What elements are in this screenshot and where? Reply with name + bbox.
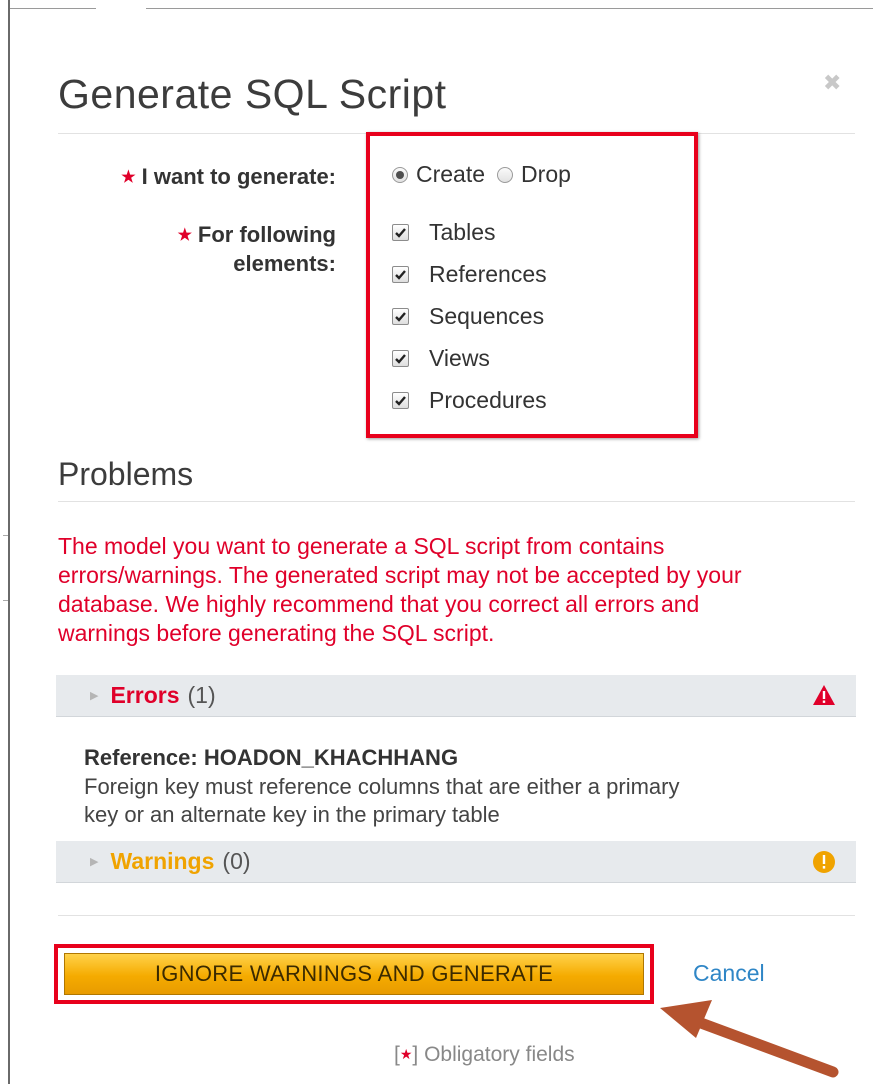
obligatory-fields-note: [★] Obligatory fields [394, 1043, 575, 1066]
exclamation-circle-icon [812, 850, 836, 880]
checkbox-views-label: Views [429, 345, 490, 371]
radio-create-label: Create [416, 161, 486, 187]
warnings-label: Warnings [110, 848, 215, 874]
checkbox-checked-icon[interactable] [392, 350, 409, 367]
checkbox-sequences-label: Sequences [429, 303, 545, 329]
checkbox-tables[interactable]: Tables [392, 219, 495, 246]
dialog-title: Generate SQL Script [58, 71, 447, 117]
annotation-arrow-icon [660, 1000, 839, 1078]
checkbox-procedures[interactable]: Procedures [392, 387, 547, 414]
error-detail-text: Foreign key must reference columns that … [84, 774, 680, 827]
elements-label: ★ For following elements: [177, 222, 336, 276]
window-left-edge [0, 0, 10, 1084]
checkbox-sequences[interactable]: Sequences [392, 303, 544, 330]
radio-button-icon[interactable] [392, 166, 408, 183]
radio-button-icon[interactable] [497, 166, 514, 183]
generate-mode-radio-group: Create Drop [392, 161, 571, 188]
checkbox-views[interactable]: Views [392, 345, 490, 372]
problems-divider [58, 501, 855, 502]
error-detail-title: Reference: HOADON_KHACHHANG [84, 745, 459, 770]
expand-triangle-icon[interactable]: ▶ [90, 855, 98, 868]
errors-count: (1) [187, 682, 216, 708]
required-star-icon: ★ [121, 169, 136, 186]
warnings-count: (0) [222, 848, 251, 874]
radio-create[interactable]: Create [392, 161, 485, 188]
ignore-warnings-generate-button[interactable]: IGNORE WARNINGS AND GENERATE [64, 953, 644, 995]
checkbox-references[interactable]: References [392, 261, 547, 288]
checkbox-checked-icon[interactable] [392, 392, 409, 409]
checkbox-checked-icon[interactable] [392, 266, 409, 283]
checkbox-procedures-label: Procedures [429, 387, 547, 413]
close-icon[interactable]: ✖ [823, 72, 841, 94]
checkbox-checked-icon[interactable] [392, 308, 409, 325]
problems-heading: Problems [58, 456, 194, 492]
errors-label: Errors [110, 682, 180, 708]
warnings-section-header[interactable]: ▶ Warnings (0) [56, 841, 856, 883]
checkbox-checked-icon[interactable] [392, 224, 409, 241]
checkbox-references-label: References [429, 261, 547, 287]
problems-message: The model you want to generate a SQL scr… [58, 533, 742, 646]
required-star-icon: ★ [399, 1046, 413, 1062]
errors-section-header[interactable]: ▶ Errors (1) [56, 675, 856, 717]
radio-drop[interactable]: Drop [497, 161, 571, 188]
required-star-icon: ★ [177, 227, 192, 244]
generate-sql-dialog: Generate SQL Script ✖ ★ I want to generat… [10, 9, 873, 1084]
actions-divider [58, 915, 855, 916]
expand-triangle-icon[interactable]: ▶ [90, 689, 98, 702]
checkbox-tables-label: Tables [429, 219, 496, 245]
generate-mode-label: ★ I want to generate: [121, 164, 336, 189]
warning-triangle-icon [812, 684, 836, 712]
radio-drop-label: Drop [521, 161, 571, 187]
cancel-link[interactable]: Cancel [693, 960, 765, 987]
